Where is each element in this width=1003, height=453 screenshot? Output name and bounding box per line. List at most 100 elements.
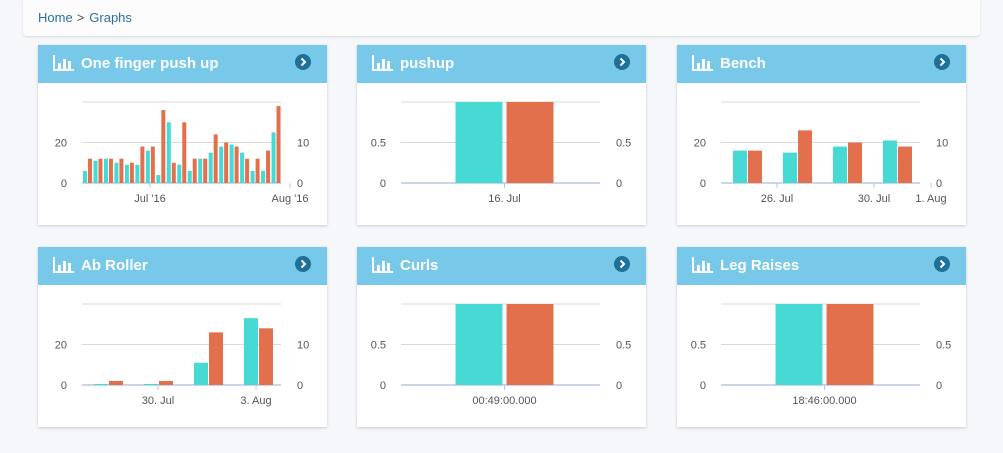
chart-area: 0 20 0 10 30. Jul 3. Aug: [38, 285, 327, 427]
y-right-tick-label: 0: [297, 380, 303, 392]
bar-series-2: [748, 150, 762, 183]
breadcrumb-current-link[interactable]: Graphs: [89, 10, 132, 25]
bar-chart-icon: [53, 55, 75, 75]
bar-series-2: [234, 146, 239, 183]
y-right-tick-label: 10: [297, 340, 309, 352]
y-left-tick-label: 0: [380, 380, 386, 392]
bar-series-2: [898, 146, 912, 183]
y-right-tick-label: 0.5: [616, 340, 631, 352]
x-tick-label: 18:46:00.000: [792, 395, 856, 407]
graph-card-pushup: pushup 0 0.5 0 0.5 16. Jul: [357, 45, 646, 225]
open-graph-button[interactable]: [934, 256, 950, 272]
bar-series-1: [883, 140, 897, 183]
open-graph-button[interactable]: [295, 256, 311, 272]
x-tick-label: Aug '16: [272, 193, 309, 205]
card-title: Bench: [720, 55, 766, 72]
card-title: pushup: [400, 55, 455, 72]
card-header: Ab Roller: [38, 247, 327, 285]
card-title: Curls: [400, 257, 439, 274]
bar-series-2: [159, 380, 173, 385]
bar-series-2: [798, 130, 812, 183]
x-tick-label: 1. Aug: [915, 193, 946, 205]
bar-series-1: [144, 383, 158, 385]
chevron-right-icon: [619, 259, 626, 269]
card-header: Leg Raises: [677, 247, 966, 285]
y-left-tick-label: 0: [700, 380, 706, 392]
bar-series-1: [94, 383, 108, 385]
bar-chart-icon: [692, 257, 714, 277]
bar-series-2: [109, 380, 123, 385]
y-left-tick-label: 0: [700, 178, 706, 190]
y-left-tick-label: 0: [61, 178, 67, 190]
bar-series-1: [166, 122, 171, 183]
chart-area: 0 0.5 0 0.5 16. Jul: [357, 83, 646, 225]
y-left-tick-label: 0.5: [691, 340, 706, 352]
bar-series-1: [775, 304, 823, 385]
y-left-tick-label: 20: [55, 340, 67, 352]
y-left-tick-label: 20: [694, 138, 706, 150]
bar-series-1: [124, 164, 129, 183]
bar-series-1: [733, 150, 747, 183]
card-title: Ab Roller: [81, 257, 148, 274]
bar-series-2: [209, 332, 223, 385]
open-graph-button[interactable]: [614, 256, 630, 272]
bar-series-2: [129, 162, 134, 183]
y-right-tick-label: 0: [297, 178, 303, 190]
graph-card-bench: Bench 0 20 0 10 26. Jul 30. Jul 1. Aug: [677, 45, 966, 225]
chart-area: 0 0.5 0 0.5 18:46:00.000: [677, 285, 966, 427]
chevron-right-icon: [939, 259, 946, 269]
bar-series-1: [145, 150, 150, 183]
y-left-tick-label: 0.5: [371, 138, 386, 150]
bar-chart-icon: [692, 55, 714, 75]
bar-series-2: [506, 304, 554, 385]
bar-series-1: [208, 152, 213, 183]
card-header: Curls: [357, 247, 646, 285]
card-title: One finger push up: [81, 55, 219, 72]
bar-series-2: [276, 106, 281, 183]
bar-series-1: [93, 160, 98, 183]
x-tick-label: 26. Jul: [761, 193, 793, 205]
chart-area: 0 20 0 10 Jul '16 Aug '16: [38, 83, 327, 225]
bar-series-1: [114, 162, 119, 183]
bar-series-1: [455, 102, 503, 183]
bar-series-2: [245, 158, 250, 183]
bar-series-1: [198, 158, 203, 183]
bar-series-1: [250, 170, 255, 183]
y-left-tick-label: 0: [380, 178, 386, 190]
y-right-tick-label: 0: [936, 178, 942, 190]
bar-chart: 0 0.5 0 0.5 00:49:00.000: [371, 303, 631, 407]
y-left-tick-label: 0.5: [371, 340, 386, 352]
y-right-tick-label: 0.5: [616, 138, 631, 150]
bar-series-1: [833, 146, 847, 183]
bar-series-1: [135, 164, 140, 183]
y-right-tick-label: 10: [936, 138, 948, 150]
bar-series-2: [259, 328, 273, 385]
bar-series-2: [161, 110, 166, 183]
y-left-tick-label: 20: [55, 138, 67, 150]
chevron-right-icon: [619, 57, 626, 67]
card-title: Leg Raises: [720, 257, 800, 274]
open-graph-button[interactable]: [614, 54, 630, 70]
breadcrumb-home-link[interactable]: Home: [38, 10, 73, 25]
bar-series-2: [150, 146, 155, 183]
bar-series-2: [848, 142, 862, 183]
card-header: Bench: [677, 45, 966, 83]
chart-area: 0 20 0 10 26. Jul 30. Jul 1. Aug: [677, 83, 966, 225]
bar-series-2: [119, 158, 124, 183]
chevron-right-icon: [300, 57, 307, 67]
y-right-tick-label: 0: [616, 178, 622, 190]
bar-series-2: [826, 304, 874, 385]
breadcrumb: Home > Graphs: [23, 0, 980, 36]
bar-series-2: [108, 158, 113, 183]
bar-series-2: [213, 134, 218, 183]
bar-chart-icon: [53, 257, 75, 277]
x-tick-label: 3. Aug: [240, 395, 271, 407]
open-graph-button[interactable]: [934, 54, 950, 70]
bar-series-2: [255, 158, 260, 183]
bar-chart: 0 20 0 10 26. Jul 30. Jul 1. Aug: [694, 101, 948, 205]
bar-series-1: [103, 158, 108, 183]
bar-series-1: [455, 304, 503, 385]
open-graph-button[interactable]: [295, 54, 311, 70]
bar-series-1: [271, 132, 276, 183]
card-header: One finger push up: [38, 45, 327, 83]
